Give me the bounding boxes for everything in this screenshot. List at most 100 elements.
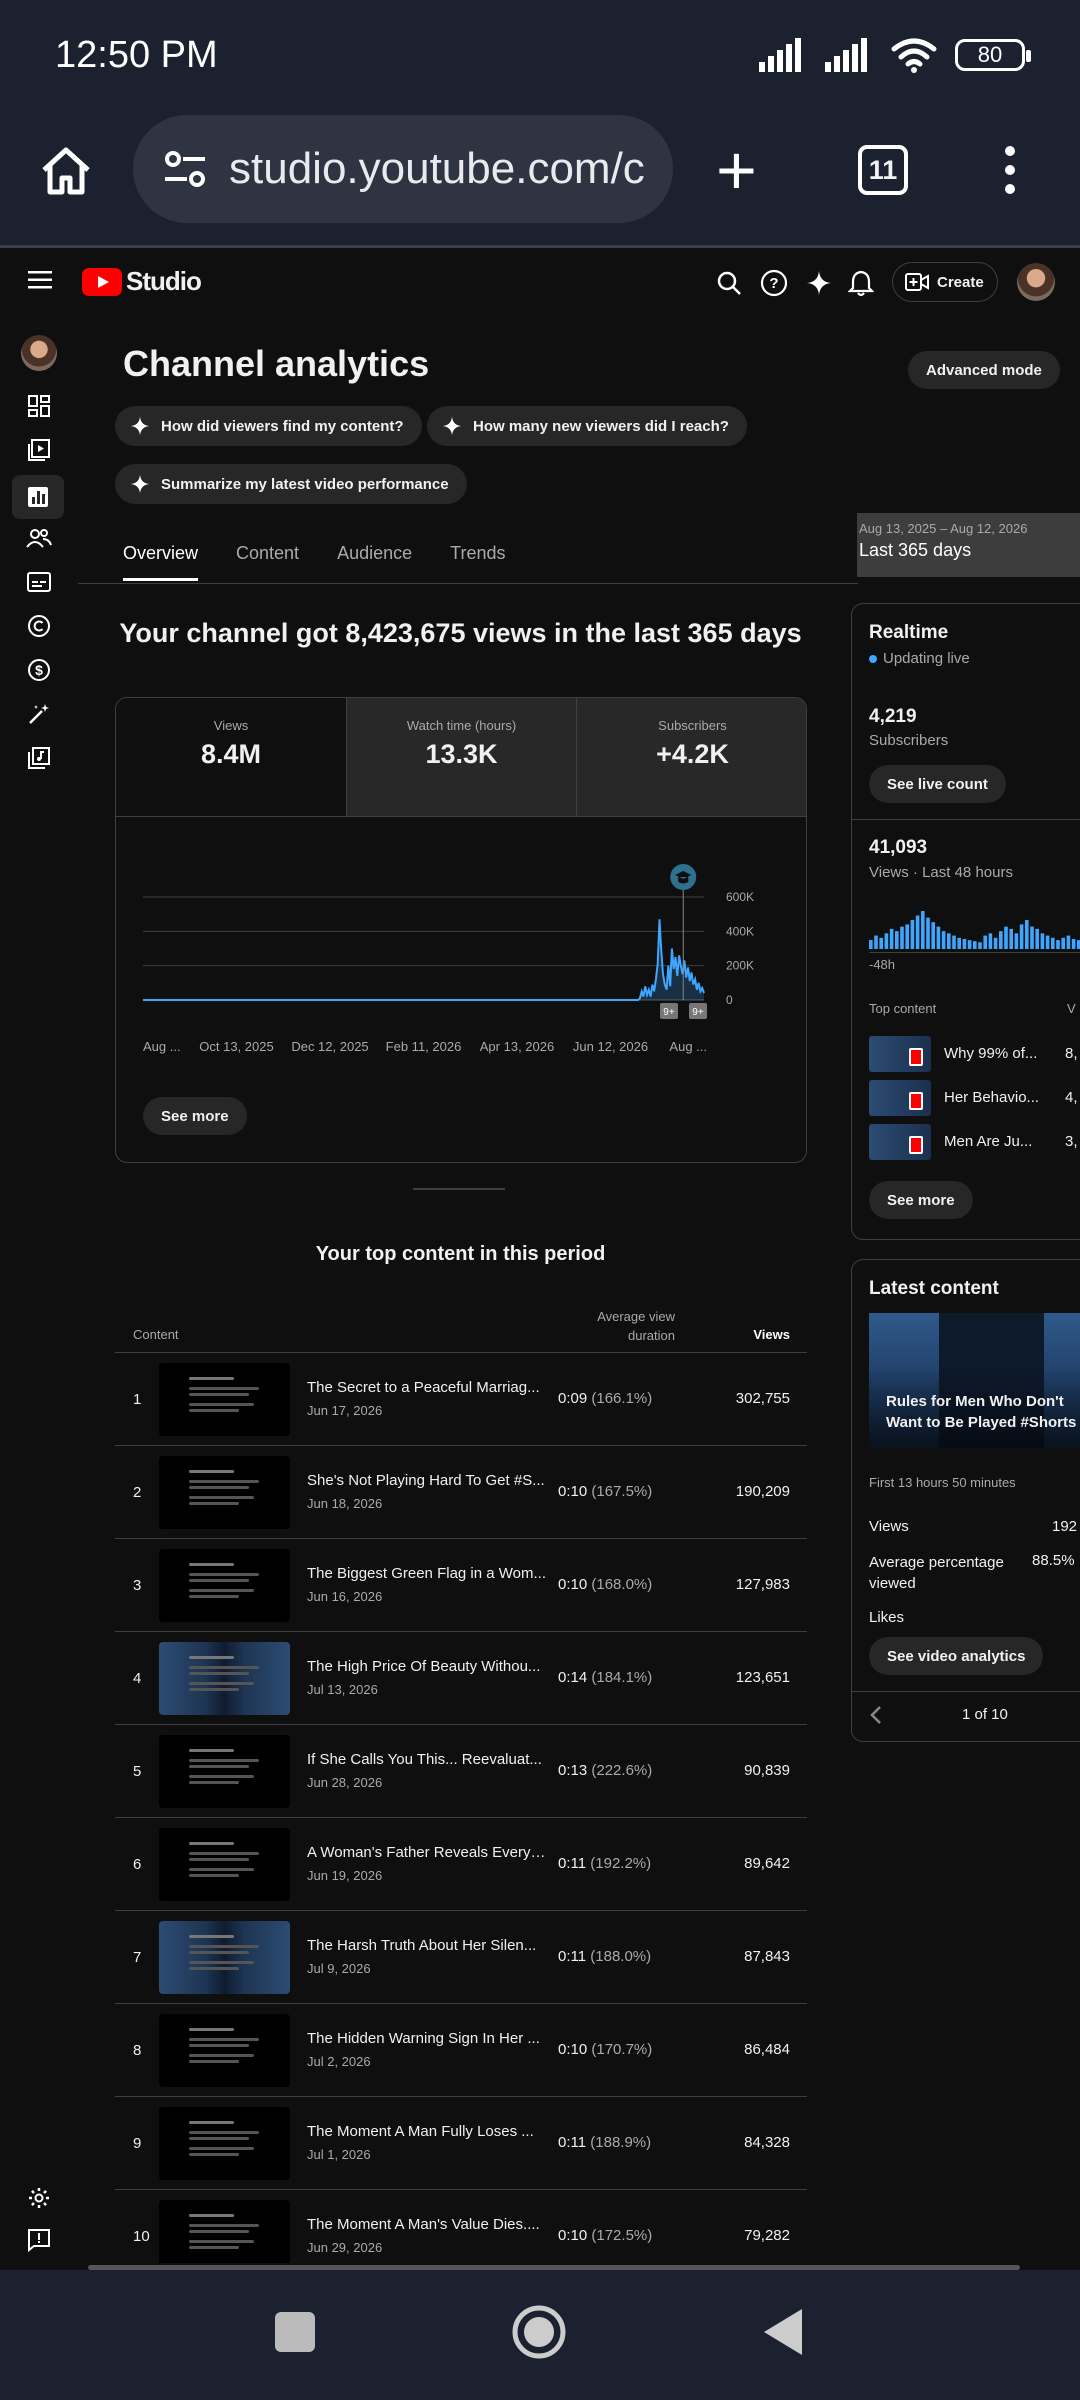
- audio-library-icon[interactable]: [24, 743, 54, 773]
- tab-content[interactable]: Content: [236, 543, 299, 581]
- video-thumbnail[interactable]: [159, 1642, 290, 1715]
- overview-chart-card: Views 8.4M Watch time (hours) 13.3K Subs…: [115, 697, 807, 1163]
- video-thumbnail[interactable]: [159, 1456, 290, 1529]
- marker-badge[interactable]: 9+: [689, 1003, 707, 1019]
- metric-subscribers[interactable]: Subscribers +4.2K: [576, 698, 806, 816]
- video-thumbnail[interactable]: [159, 1363, 290, 1436]
- suggestion-chip-new-viewers[interactable]: How many new viewers did I reach?: [427, 406, 747, 446]
- video-title[interactable]: The Biggest Green Flag in a Wom...: [307, 1565, 547, 1582]
- thumb-line: [189, 1579, 249, 1582]
- video-thumbnail[interactable]: [159, 1828, 290, 1901]
- help-icon[interactable]: ?: [760, 269, 788, 297]
- analytics-tabs: Overview Content Audience Trends: [123, 543, 505, 581]
- video-thumbnail[interactable]: [159, 1549, 290, 1622]
- earn-icon[interactable]: $: [24, 655, 54, 685]
- table-row[interactable]: 8 The Hidden Warning Sign In Her ... Jul…: [115, 2004, 807, 2097]
- video-title[interactable]: If She Calls You This... Reevaluat...: [307, 1751, 547, 1768]
- menu-icon[interactable]: [28, 270, 52, 290]
- table-row[interactable]: 1 The Secret to a Peaceful Marriag... Ju…: [115, 1353, 807, 1446]
- metric-label: Views: [213, 718, 249, 733]
- latest-thumbnail[interactable]: Rules for Men Who Don't Want to Be Playe…: [869, 1313, 1080, 1448]
- video-title[interactable]: She's Not Playing Hard To Get #S...: [307, 1472, 547, 1489]
- list-item[interactable]: Why 99% of... 8,: [869, 1036, 1080, 1072]
- video-title[interactable]: A Woman's Father Reveals Everyt...: [307, 1844, 547, 1861]
- home-button[interactable]: [511, 2304, 567, 2360]
- list-item[interactable]: Men Are Ju... 3,: [869, 1124, 1080, 1160]
- chevron-left-icon[interactable]: [869, 1705, 883, 1725]
- date-range-selector[interactable]: Aug 13, 2025 – Aug 12, 2026 Last 365 day…: [857, 513, 1080, 577]
- video-title[interactable]: The Hidden Warning Sign In Her ...: [307, 2030, 547, 2047]
- realtime-bar: [962, 938, 967, 949]
- header-views[interactable]: Views: [753, 1327, 790, 1342]
- see-more-button[interactable]: See more: [143, 1097, 247, 1135]
- avatar[interactable]: [1017, 263, 1055, 301]
- table-row[interactable]: 10 The Moment A Man's Value Dies.... Jun…: [115, 2190, 807, 2263]
- sparkle-icon[interactable]: [805, 269, 833, 297]
- url-bar[interactable]: studio.youtube.com/c: [133, 115, 673, 223]
- browser-menu-icon[interactable]: [1005, 146, 1015, 194]
- advanced-mode-button[interactable]: Advanced mode: [908, 351, 1060, 389]
- notifications-icon[interactable]: [848, 269, 874, 297]
- video-thumbnail: [869, 1124, 931, 1160]
- customization-icon[interactable]: [24, 699, 54, 729]
- table-row[interactable]: 2 She's Not Playing Hard To Get #S... Ju…: [115, 1446, 807, 1539]
- new-tab-icon[interactable]: +: [716, 135, 757, 205]
- table-row[interactable]: 3 The Biggest Green Flag in a Wom... Jun…: [115, 1539, 807, 1632]
- realtime-see-more-button[interactable]: See more: [869, 1181, 973, 1219]
- studio-logo[interactable]: Studio: [82, 266, 202, 297]
- home-icon[interactable]: [38, 142, 94, 198]
- suggestion-chip-sources[interactable]: How did viewers find my content?: [115, 406, 422, 446]
- video-date: Jun 19, 2026: [307, 1868, 383, 1883]
- recents-button[interactable]: [275, 2312, 315, 2352]
- y-tick-label: 0: [726, 993, 733, 1007]
- table-row[interactable]: 9 The Moment A Man Fully Loses ... Jul 1…: [115, 2097, 807, 2190]
- metric-watch-time[interactable]: Watch time (hours) 13.3K: [346, 698, 576, 816]
- video-thumbnail[interactable]: [159, 2107, 290, 2180]
- realtime-bar: [1056, 940, 1060, 949]
- table-row[interactable]: 5 If She Calls You This... Reevaluat... …: [115, 1725, 807, 1818]
- x-tick-label: Feb 11, 2026: [386, 1039, 462, 1054]
- svg-text:9+: 9+: [663, 1007, 675, 1018]
- feedback-icon[interactable]: [24, 2225, 54, 2255]
- create-button[interactable]: Create: [892, 262, 998, 302]
- table-row[interactable]: 7 The Harsh Truth About Her Silen... Jul…: [115, 1911, 807, 2004]
- search-icon[interactable]: [716, 270, 742, 296]
- shorts-badge-icon: [909, 1092, 923, 1110]
- video-title[interactable]: The Harsh Truth About Her Silen...: [307, 1937, 547, 1954]
- video-thumbnail[interactable]: [159, 2014, 290, 2087]
- settings-icon[interactable]: [24, 2183, 54, 2213]
- metric-views[interactable]: Views 8.4M: [116, 698, 346, 816]
- video-thumbnail[interactable]: [159, 1921, 290, 1994]
- site-settings-icon[interactable]: [163, 149, 207, 189]
- analytics-icon[interactable]: [12, 475, 64, 519]
- sparkle-icon: [130, 474, 150, 494]
- table-row[interactable]: 6 A Woman's Father Reveals Everyt... Jun…: [115, 1818, 807, 1911]
- table-row[interactable]: 4 The High Price Of Beauty Withou... Jul…: [115, 1632, 807, 1725]
- copyright-icon[interactable]: [24, 611, 54, 641]
- graduation-cap-icon[interactable]: [670, 864, 697, 890]
- video-thumbnail[interactable]: [159, 2200, 290, 2263]
- tab-trends[interactable]: Trends: [450, 543, 505, 581]
- video-thumbnail[interactable]: [159, 1735, 290, 1808]
- tab-audience[interactable]: Audience: [337, 543, 412, 581]
- video-title[interactable]: The High Price Of Beauty Withou...: [307, 1658, 547, 1675]
- video-title[interactable]: The Moment A Man Fully Loses ...: [307, 2123, 547, 2140]
- content-icon[interactable]: [24, 435, 54, 465]
- see-video-analytics-button[interactable]: See video analytics: [869, 1637, 1044, 1675]
- battery-icon: 80: [955, 39, 1031, 71]
- see-live-count-button[interactable]: See live count: [869, 765, 1006, 803]
- channel-avatar[interactable]: [21, 335, 57, 371]
- tab-switcher-button[interactable]: 11: [858, 145, 908, 195]
- back-button[interactable]: [762, 2307, 804, 2357]
- video-title[interactable]: The Moment A Man's Value Dies....: [307, 2216, 547, 2233]
- community-icon[interactable]: [24, 523, 54, 553]
- list-item[interactable]: Her Behavio... 4,: [869, 1080, 1080, 1116]
- dashboard-icon[interactable]: [24, 391, 54, 421]
- marker-badge[interactable]: 9+: [660, 1003, 678, 1019]
- video-title[interactable]: The Secret to a Peaceful Marriag...: [307, 1379, 547, 1396]
- suggestion-chip-summarize[interactable]: Summarize my latest video performance: [115, 464, 467, 504]
- tab-overview[interactable]: Overview: [123, 543, 199, 581]
- header-avd[interactable]: Average view duration: [555, 1307, 675, 1345]
- svg-text:$: $: [35, 662, 43, 678]
- subtitles-icon[interactable]: [24, 567, 54, 597]
